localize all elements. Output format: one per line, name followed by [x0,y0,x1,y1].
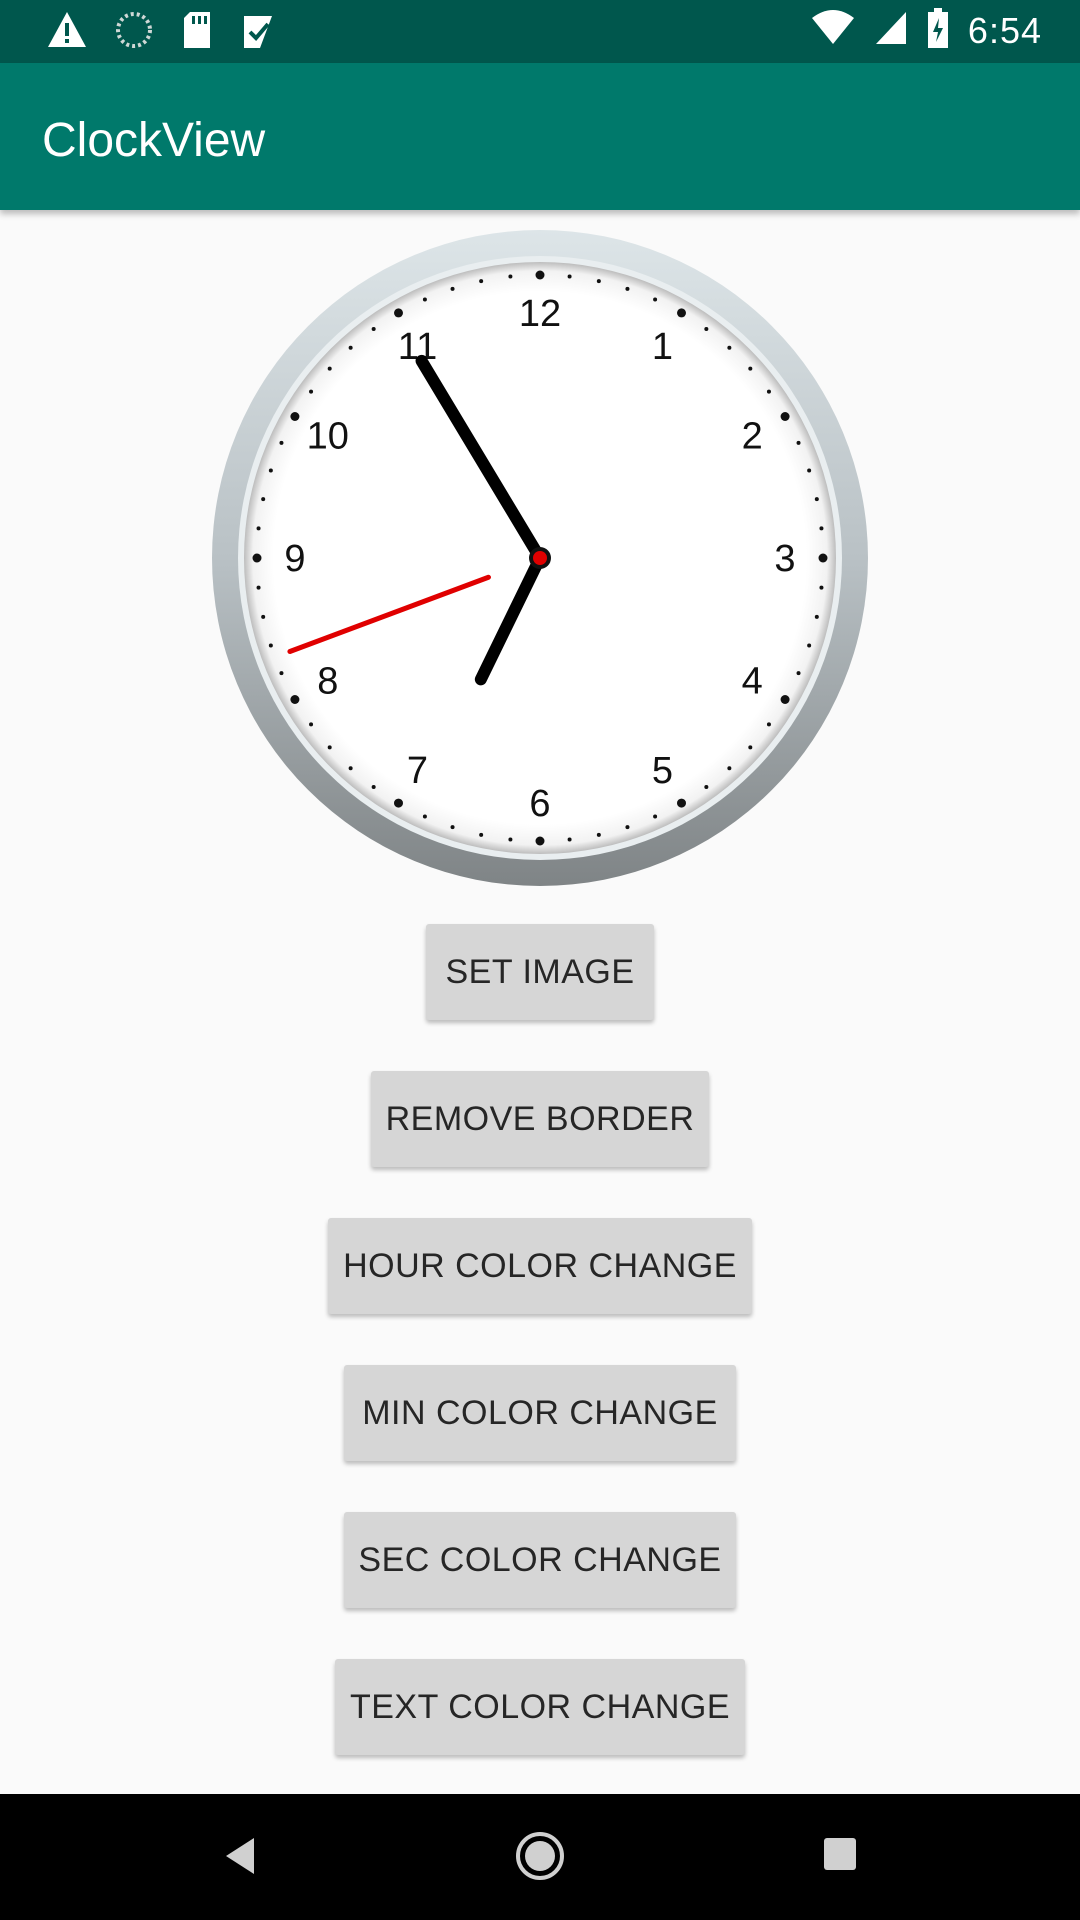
sec-color-change-button[interactable]: SEC COLOR CHANGE [344,1512,736,1608]
minute-tick [279,671,284,676]
text-color-change-button[interactable]: TEXT COLOR CHANGE [335,1659,745,1755]
clock-numeral: 10 [307,416,349,458]
minute-tick [567,274,572,279]
app-bar: ClockView [0,63,1080,210]
minute-tick [596,279,601,284]
hour-tick [535,836,545,846]
set-image-button[interactable]: SET IMAGE [426,924,654,1020]
minute-tick [653,814,658,819]
hour-tick [290,412,300,421]
minute-tick [625,825,630,830]
minute-tick [268,468,273,473]
minute-tick [261,497,266,502]
minute-tick [256,585,261,590]
status-icons-left [46,10,276,55]
minute-tick [704,327,709,332]
minute-tick [371,327,376,332]
clock-numeral: 1 [652,326,673,368]
clock-numeral: 4 [742,661,763,703]
hour-tick [677,798,686,808]
warning-icon [46,10,88,55]
home-icon[interactable] [514,1830,566,1887]
hour-tick [290,695,300,704]
recents-icon[interactable] [822,1836,858,1877]
hour-tick [780,695,790,704]
minute-tick [807,468,812,473]
hour-tick [535,270,545,280]
minute-tick [625,286,630,291]
minute-tick [814,497,819,502]
clock-numeral: 2 [742,416,763,458]
minute-tick [327,366,332,371]
minute-tick [796,671,801,676]
minute-tick [727,766,732,771]
minute-tick [653,297,658,302]
remove-border-button[interactable]: REMOVE BORDER [371,1071,709,1167]
second-hand-pivot [533,551,547,565]
battery-charging-icon [926,6,950,55]
minute-tick [704,784,709,789]
minute-tick [748,745,753,750]
status-bar: 6:54 [0,0,1080,63]
clock-numeral: 6 [529,783,550,825]
clipboard-check-icon [240,10,276,55]
minute-tick [422,297,427,302]
min-color-change-button[interactable]: MIN COLOR CHANGE [344,1365,736,1461]
minute-tick [279,440,284,445]
hour-tick [252,553,262,563]
minute-tick [450,825,455,830]
minute-tick [256,526,261,531]
sd-card-icon [180,10,214,55]
minute-tick [814,614,819,619]
minute-tick [348,766,353,771]
minute-tick [596,832,601,837]
minute-tick [479,279,484,284]
hour-color-change-button[interactable]: HOUR COLOR CHANGE [328,1218,752,1314]
minute-tick [371,784,376,789]
minute-tick [766,722,771,727]
navigation-bar [0,1794,1080,1920]
hour-tick [780,412,790,421]
minute-tick [508,274,513,279]
minute-tick [268,643,273,648]
minute-tick [766,389,771,394]
minute-tick [309,722,314,727]
minute-tick [479,832,484,837]
clock-numeral: 12 [519,293,561,335]
hour-tick [394,798,403,808]
status-time: 6:54 [967,9,1042,51]
clock-numeral: 3 [774,538,795,580]
hour-tick [818,553,828,563]
app-title: ClockView [42,114,266,167]
minute-tick [727,345,732,350]
minute-tick [748,366,753,371]
clock-face: 121234567891011 [212,230,868,886]
clock-numeral: 7 [407,750,428,792]
minute-tick [327,745,332,750]
minute-tick [450,286,455,291]
clock-numeral: 5 [652,750,673,792]
minute-tick [567,837,572,842]
minute-tick [819,585,824,590]
status-icons-right: 6:54 [810,6,1042,55]
minute-tick [261,614,266,619]
clock-numeral: 9 [284,538,305,580]
minute-tick [309,389,314,394]
hour-tick [677,308,686,318]
clock-view: 12 1 2 3 4 5 6 7 8 9 10 11 [212,230,868,886]
minute-tick [422,814,427,819]
signal-icon [874,8,908,53]
back-icon[interactable] [222,1834,258,1883]
minute-tick [819,526,824,531]
minute-tick [807,643,812,648]
clock-numeral: 8 [317,661,338,703]
minute-tick [796,440,801,445]
wifi-icon [810,8,856,53]
loading-icon [114,10,154,55]
minute-tick [508,837,513,842]
minute-tick [348,345,353,350]
hour-tick [394,308,403,318]
